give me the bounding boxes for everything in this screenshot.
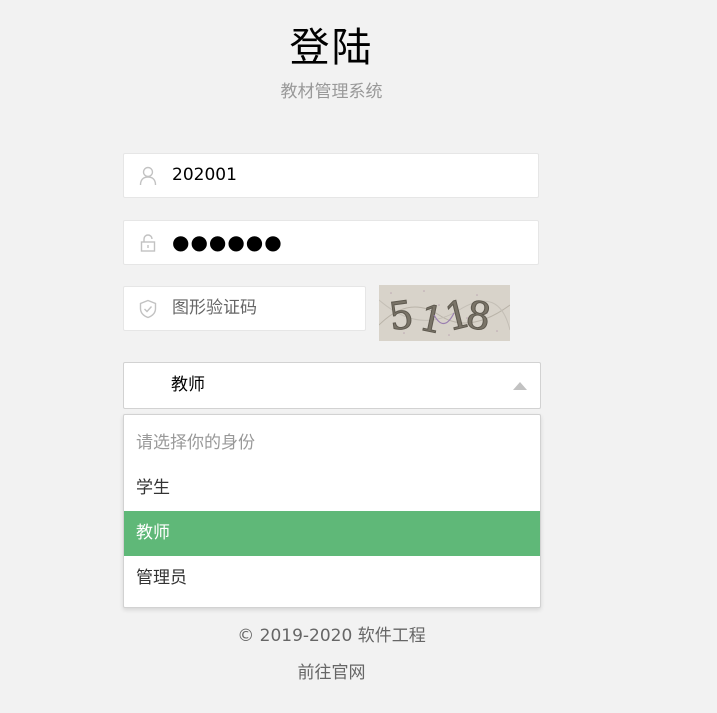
username-value: 202001 <box>172 165 237 185</box>
role-option-admin[interactable]: 管理员 <box>124 556 540 601</box>
official-site-link[interactable]: 前往官网 <box>0 661 663 685</box>
role-dropdown: 请选择你的身份 学生 教师 管理员 <box>123 414 541 608</box>
role-option-teacher[interactable]: 教师 <box>124 511 540 556</box>
copyright-text: © 2019-2020 软件工程 <box>237 626 426 646</box>
captcha-image[interactable]: 5 1 1 8 <box>379 285 510 341</box>
caret-up-icon <box>513 382 527 390</box>
role-option-student[interactable]: 学生 <box>124 466 540 511</box>
lock-icon <box>138 233 158 253</box>
role-select[interactable]: 教师 <box>123 362 541 409</box>
password-field[interactable]: ●●●●●● <box>123 220 539 265</box>
username-field[interactable]: 202001 <box>123 153 539 198</box>
page-title: 登陆 <box>289 25 374 71</box>
page-subtitle: 教材管理系统 <box>280 82 383 102</box>
captcha-field[interactable]: 图形验证码 <box>123 286 366 331</box>
password-value: ●●●●●● <box>172 230 283 254</box>
role-option-placeholder[interactable]: 请选择你的身份 <box>124 421 540 466</box>
shield-icon <box>138 299 158 319</box>
captcha-placeholder: 图形验证码 <box>172 298 257 318</box>
user-icon <box>138 166 158 186</box>
role-select-value: 教师 <box>171 375 205 395</box>
